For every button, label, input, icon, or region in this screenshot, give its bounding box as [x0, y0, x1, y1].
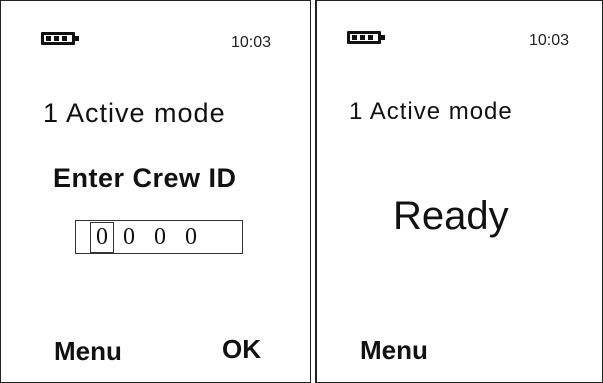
crew-id-digit-3[interactable]: 0 — [154, 224, 185, 251]
crew-id-input[interactable]: 0 0 0 0 — [75, 220, 243, 254]
clock: 10:03 — [529, 32, 570, 49]
crew-id-prompt: Enter Crew ID — [53, 163, 237, 193]
crew-id-digit-2[interactable]: 0 — [123, 224, 154, 251]
mode-title: 1 Active mode — [43, 98, 226, 128]
ready-screen: 10:03 1 Active mode Ready Menu — [315, 0, 603, 383]
menu-softkey[interactable]: Menu — [54, 336, 122, 367]
ok-softkey[interactable]: OK — [222, 334, 261, 365]
status-text: Ready — [393, 194, 509, 238]
mode-title: 1 Active mode — [349, 98, 513, 125]
battery-icon — [347, 31, 385, 44]
battery-icon — [41, 32, 79, 45]
crew-id-screen: 10:03 1 Active mode Enter Crew ID 0 0 0 … — [0, 0, 311, 383]
crew-id-digit-4[interactable]: 0 — [185, 224, 216, 251]
menu-softkey[interactable]: Menu — [360, 335, 428, 366]
clock: 10:03 — [231, 34, 272, 51]
crew-id-digit-1[interactable]: 0 — [90, 221, 114, 253]
